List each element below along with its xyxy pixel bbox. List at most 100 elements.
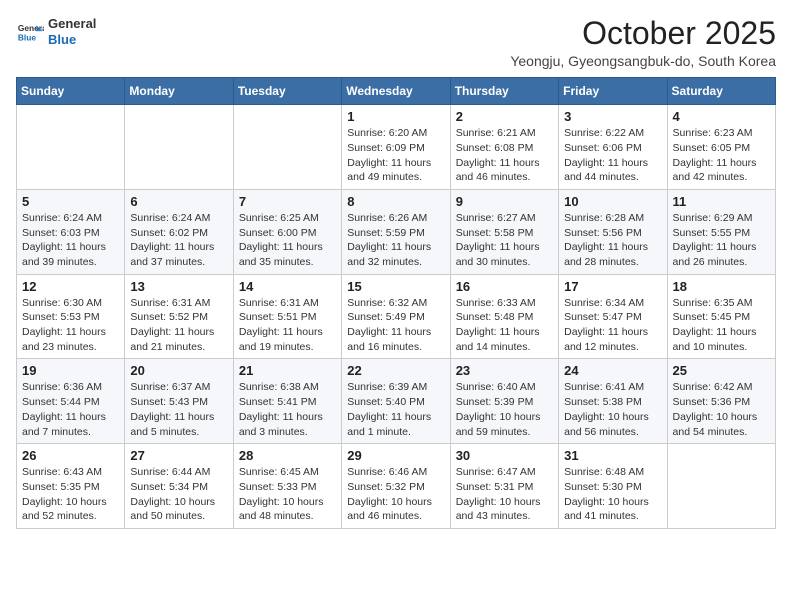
- calendar-week-3: 12 Sunrise: 6:30 AMSunset: 5:53 PMDayligh…: [17, 274, 776, 359]
- calendar-cell: 19Sunrise: 6:36 AMSunset: 5:44 PMDayligh…: [17, 359, 125, 444]
- calendar-cell: 6 Sunrise: 6:24 AMSunset: 6:02 PMDaylight…: [125, 189, 233, 274]
- day-number: 14: [239, 279, 336, 294]
- day-number: 30: [456, 448, 553, 463]
- day-info: Sunrise: 6:27 AMSunset: 5:58 PMDaylight:…: [456, 211, 553, 270]
- day-info: Sunrise: 6:28 AMSunset: 5:56 PMDaylight:…: [564, 211, 661, 270]
- weekday-header-wednesday: Wednesday: [342, 78, 450, 105]
- weekday-header-friday: Friday: [559, 78, 667, 105]
- day-info: Sunrise: 6:42 AMSunset: 5:36 PMDaylight:…: [673, 380, 770, 439]
- day-number: 13: [130, 279, 227, 294]
- day-number: 17: [564, 279, 661, 294]
- calendar-cell: 9 Sunrise: 6:27 AMSunset: 5:58 PMDaylight…: [450, 189, 558, 274]
- day-info: Sunrise: 6:35 AMSunset: 5:45 PMDaylight:…: [673, 296, 770, 355]
- calendar-cell: 10Sunrise: 6:28 AMSunset: 5:56 PMDayligh…: [559, 189, 667, 274]
- calendar-cell: 26 Sunrise: 6:43 AMSunset: 5:35 PMDayligh…: [17, 444, 125, 529]
- calendar-cell: [17, 105, 125, 190]
- weekday-header-monday: Monday: [125, 78, 233, 105]
- day-info: Sunrise: 6:36 AMSunset: 5:44 PMDaylight:…: [22, 380, 119, 439]
- weekday-header-thursday: Thursday: [450, 78, 558, 105]
- calendar-cell: 25 Sunrise: 6:42 AMSunset: 5:36 PMDayligh…: [667, 359, 775, 444]
- day-number: 5: [22, 194, 119, 209]
- day-number: 31: [564, 448, 661, 463]
- day-info: Sunrise: 6:30 AMSunset: 5:53 PMDaylight:…: [22, 296, 119, 355]
- day-number: 15: [347, 279, 444, 294]
- calendar-cell: 7Sunrise: 6:25 AMSunset: 6:00 PMDaylight…: [233, 189, 341, 274]
- calendar-cell: 24Sunrise: 6:41 AMSunset: 5:38 PMDayligh…: [559, 359, 667, 444]
- day-number: 8: [347, 194, 444, 209]
- day-info: Sunrise: 6:48 AMSunset: 5:30 PMDaylight:…: [564, 465, 661, 524]
- day-info: Sunrise: 6:22 AMSunset: 6:06 PMDaylight:…: [564, 126, 661, 185]
- logo: General Blue General Blue: [16, 16, 96, 47]
- calendar-cell: 28 Sunrise: 6:45 AMSunset: 5:33 PMDayligh…: [233, 444, 341, 529]
- day-number: 20: [130, 363, 227, 378]
- day-number: 27: [130, 448, 227, 463]
- calendar-week-5: 26 Sunrise: 6:43 AMSunset: 5:35 PMDayligh…: [17, 444, 776, 529]
- calendar-cell: 13Sunrise: 6:31 AMSunset: 5:52 PMDayligh…: [125, 274, 233, 359]
- calendar-cell: 11 Sunrise: 6:29 AMSunset: 5:55 PMDayligh…: [667, 189, 775, 274]
- day-number: 3: [564, 109, 661, 124]
- day-info: Sunrise: 6:45 AMSunset: 5:33 PMDaylight:…: [239, 465, 336, 524]
- calendar-table: SundayMondayTuesdayWednesdayThursdayFrid…: [16, 77, 776, 529]
- calendar-cell: 16 Sunrise: 6:33 AMSunset: 5:48 PMDayligh…: [450, 274, 558, 359]
- day-number: 29: [347, 448, 444, 463]
- day-number: 21: [239, 363, 336, 378]
- day-info: Sunrise: 6:24 AMSunset: 6:03 PMDaylight:…: [22, 211, 119, 270]
- day-info: Sunrise: 6:32 AMSunset: 5:49 PMDaylight:…: [347, 296, 444, 355]
- day-number: 18: [673, 279, 770, 294]
- calendar-week-4: 19Sunrise: 6:36 AMSunset: 5:44 PMDayligh…: [17, 359, 776, 444]
- day-info: Sunrise: 6:31 AMSunset: 5:51 PMDaylight:…: [239, 296, 336, 355]
- day-number: 2: [456, 109, 553, 124]
- day-info: Sunrise: 6:21 AMSunset: 6:08 PMDaylight:…: [456, 126, 553, 185]
- location-subtitle: Yeongju, Gyeongsangbuk-do, South Korea: [510, 53, 776, 69]
- day-number: 24: [564, 363, 661, 378]
- calendar-cell: 22 Sunrise: 6:39 AMSunset: 5:40 PMDayligh…: [342, 359, 450, 444]
- day-info: Sunrise: 6:43 AMSunset: 5:35 PMDaylight:…: [22, 465, 119, 524]
- calendar-cell: [125, 105, 233, 190]
- day-info: Sunrise: 6:40 AMSunset: 5:39 PMDaylight:…: [456, 380, 553, 439]
- calendar-cell: 8Sunrise: 6:26 AMSunset: 5:59 PMDaylight…: [342, 189, 450, 274]
- day-number: 12: [22, 279, 119, 294]
- logo-icon: General Blue: [16, 18, 44, 46]
- day-info: Sunrise: 6:44 AMSunset: 5:34 PMDaylight:…: [130, 465, 227, 524]
- day-info: Sunrise: 6:38 AMSunset: 5:41 PMDaylight:…: [239, 380, 336, 439]
- calendar-cell: 18 Sunrise: 6:35 AMSunset: 5:45 PMDayligh…: [667, 274, 775, 359]
- weekday-header-saturday: Saturday: [667, 78, 775, 105]
- day-info: Sunrise: 6:20 AMSunset: 6:09 PMDaylight:…: [347, 126, 444, 185]
- day-number: 6: [130, 194, 227, 209]
- calendar-week-2: 5 Sunrise: 6:24 AMSunset: 6:03 PMDaylight…: [17, 189, 776, 274]
- day-info: Sunrise: 6:47 AMSunset: 5:31 PMDaylight:…: [456, 465, 553, 524]
- day-info: Sunrise: 6:37 AMSunset: 5:43 PMDaylight:…: [130, 380, 227, 439]
- calendar-cell: 27 Sunrise: 6:44 AMSunset: 5:34 PMDayligh…: [125, 444, 233, 529]
- day-info: Sunrise: 6:24 AMSunset: 6:02 PMDaylight:…: [130, 211, 227, 270]
- day-info: Sunrise: 6:25 AMSunset: 6:00 PMDaylight:…: [239, 211, 336, 270]
- day-number: 22: [347, 363, 444, 378]
- month-title: October 2025: [510, 16, 776, 51]
- day-info: Sunrise: 6:33 AMSunset: 5:48 PMDaylight:…: [456, 296, 553, 355]
- day-number: 9: [456, 194, 553, 209]
- day-number: 25: [673, 363, 770, 378]
- day-info: Sunrise: 6:34 AMSunset: 5:47 PMDaylight:…: [564, 296, 661, 355]
- day-info: Sunrise: 6:39 AMSunset: 5:40 PMDaylight:…: [347, 380, 444, 439]
- day-number: 28: [239, 448, 336, 463]
- calendar-cell: 17 Sunrise: 6:34 AMSunset: 5:47 PMDayligh…: [559, 274, 667, 359]
- weekday-header-sunday: Sunday: [17, 78, 125, 105]
- calendar-cell: 1 Sunrise: 6:20 AMSunset: 6:09 PMDaylight…: [342, 105, 450, 190]
- calendar-cell: 20 Sunrise: 6:37 AMSunset: 5:43 PMDayligh…: [125, 359, 233, 444]
- day-info: Sunrise: 6:29 AMSunset: 5:55 PMDaylight:…: [673, 211, 770, 270]
- calendar-cell: 21 Sunrise: 6:38 AMSunset: 5:41 PMDayligh…: [233, 359, 341, 444]
- header-row: SundayMondayTuesdayWednesdayThursdayFrid…: [17, 78, 776, 105]
- day-number: 26: [22, 448, 119, 463]
- day-number: 16: [456, 279, 553, 294]
- calendar-cell: 2 Sunrise: 6:21 AMSunset: 6:08 PMDaylight…: [450, 105, 558, 190]
- calendar-cell: 30 Sunrise: 6:47 AMSunset: 5:31 PMDayligh…: [450, 444, 558, 529]
- day-number: 11: [673, 194, 770, 209]
- calendar-cell: 15 Sunrise: 6:32 AMSunset: 5:49 PMDayligh…: [342, 274, 450, 359]
- calendar-cell: 5 Sunrise: 6:24 AMSunset: 6:03 PMDaylight…: [17, 189, 125, 274]
- page-header: General Blue General Blue October 2025 Y…: [16, 16, 776, 69]
- calendar-header: SundayMondayTuesdayWednesdayThursdayFrid…: [17, 78, 776, 105]
- weekday-header-tuesday: Tuesday: [233, 78, 341, 105]
- day-number: 1: [347, 109, 444, 124]
- calendar-cell: 12 Sunrise: 6:30 AMSunset: 5:53 PMDayligh…: [17, 274, 125, 359]
- calendar-cell: 31 Sunrise: 6:48 AMSunset: 5:30 PMDayligh…: [559, 444, 667, 529]
- title-block: October 2025 Yeongju, Gyeongsangbuk-do, …: [510, 16, 776, 69]
